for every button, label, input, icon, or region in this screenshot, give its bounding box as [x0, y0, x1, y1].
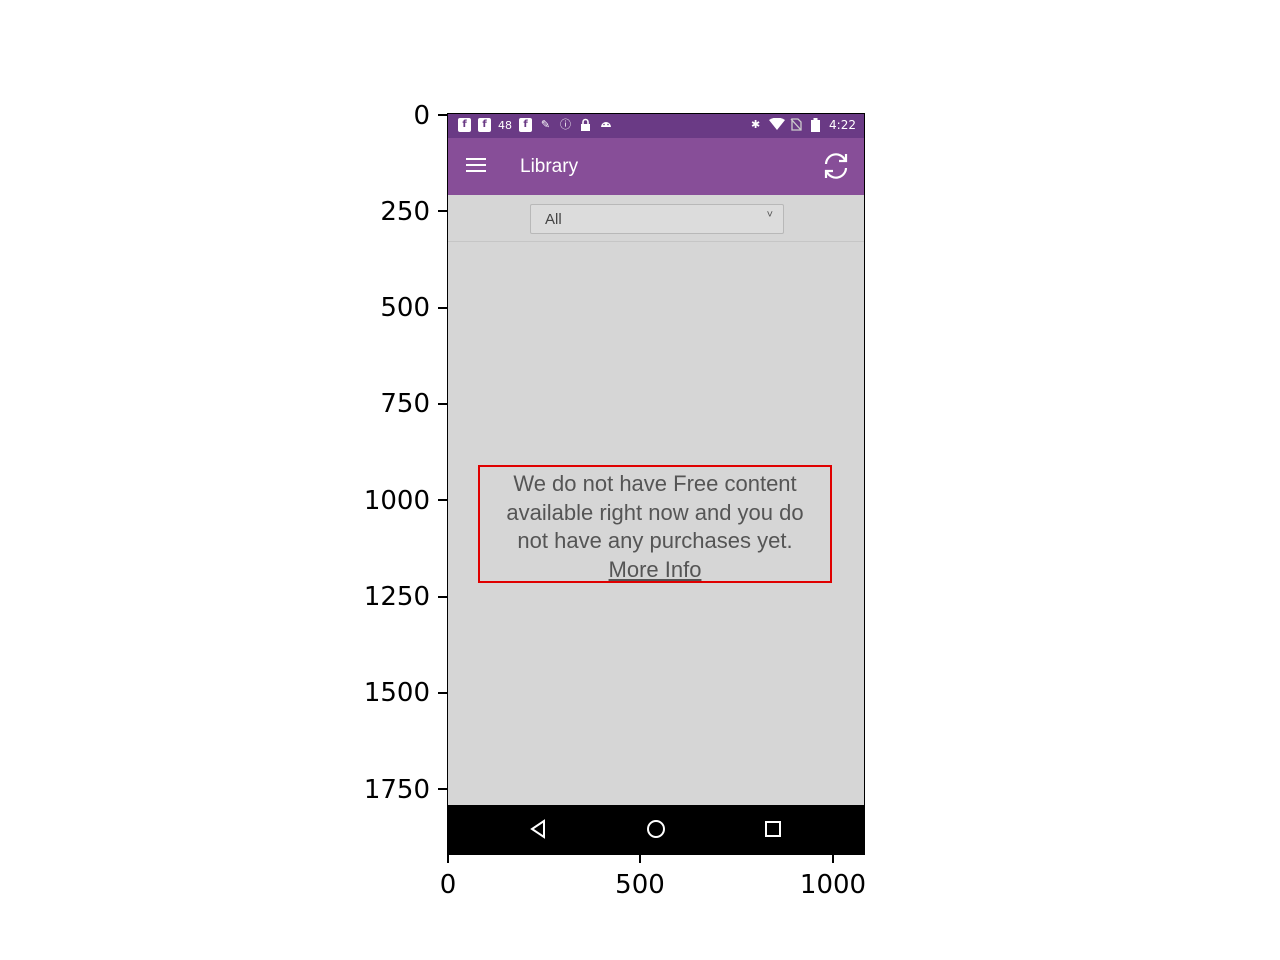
y-tick-mark — [438, 499, 448, 501]
x-tick-mark — [639, 853, 641, 863]
y-tick-label: 1500 — [363, 678, 430, 708]
y-tick-mark — [438, 788, 448, 790]
y-tick-label: 250 — [380, 197, 430, 227]
facebook-icon: f — [458, 118, 471, 132]
wifi-icon — [769, 117, 786, 132]
system-nav-bar — [448, 805, 864, 854]
home-icon[interactable] — [644, 817, 668, 841]
empty-state-message: We do not have Free content available ri… — [480, 470, 830, 584]
refresh-icon[interactable] — [820, 150, 852, 182]
filter-selected-value: All — [545, 211, 562, 228]
x-tick-mark — [832, 853, 834, 863]
info-icon: ⓘ — [560, 118, 571, 131]
hamburger-menu-icon[interactable] — [466, 158, 486, 174]
bluetooth-icon: ✱ — [750, 118, 761, 131]
filter-dropdown[interactable]: All ˅ — [530, 204, 784, 234]
y-tick-label: 1000 — [363, 486, 430, 516]
y-tick-label: 500 — [380, 293, 430, 323]
empty-state-line: We do not have Free content — [513, 471, 797, 496]
y-tick-mark — [438, 692, 448, 694]
y-tick-mark — [438, 596, 448, 598]
y-tick-mark — [438, 403, 448, 405]
y-tick-mark — [438, 210, 448, 212]
no-sim-icon — [789, 118, 802, 132]
facebook-icon: f — [519, 118, 532, 132]
x-tick-label: 1000 — [799, 870, 867, 900]
x-tick-mark — [447, 853, 449, 863]
page-title: Library — [520, 156, 579, 177]
y-tick-label: 750 — [380, 389, 430, 419]
y-tick-mark — [438, 114, 448, 116]
empty-state-line: available right now and you do — [506, 499, 804, 525]
empty-state-line: not have any purchases yet. — [517, 528, 793, 553]
filter-bar: All ˅ — [448, 195, 864, 242]
lock-icon — [579, 118, 592, 132]
y-tick-mark — [438, 307, 448, 309]
more-info-link[interactable]: More Info — [480, 556, 830, 585]
x-tick-label: 500 — [615, 870, 665, 900]
back-icon[interactable] — [527, 817, 551, 841]
y-tick-label: 0 — [413, 101, 430, 131]
status-bar: f f 48 f ✎ ⓘ ✱ 4:22 — [448, 114, 864, 138]
status-time: 4:22 — [829, 118, 856, 132]
tools-icon: ✎ — [540, 118, 551, 131]
chevron-down-icon: ˅ — [766, 209, 773, 221]
y-tick-label: 1750 — [363, 775, 430, 805]
facebook-icon: f — [478, 118, 491, 132]
recents-icon[interactable] — [761, 817, 785, 841]
battery-icon — [809, 118, 822, 132]
empty-state-message-box: We do not have Free content available ri… — [478, 465, 832, 583]
app-bar: Library — [448, 138, 864, 195]
phone-screen: f f 48 f ✎ ⓘ ✱ 4:22 Library All ˅ We do … — [448, 114, 864, 854]
x-tick-label: 0 — [439, 870, 457, 900]
y-tick-label: 1250 — [363, 582, 430, 612]
status-temp-text: 48 — [498, 118, 512, 132]
android-icon — [599, 118, 612, 132]
